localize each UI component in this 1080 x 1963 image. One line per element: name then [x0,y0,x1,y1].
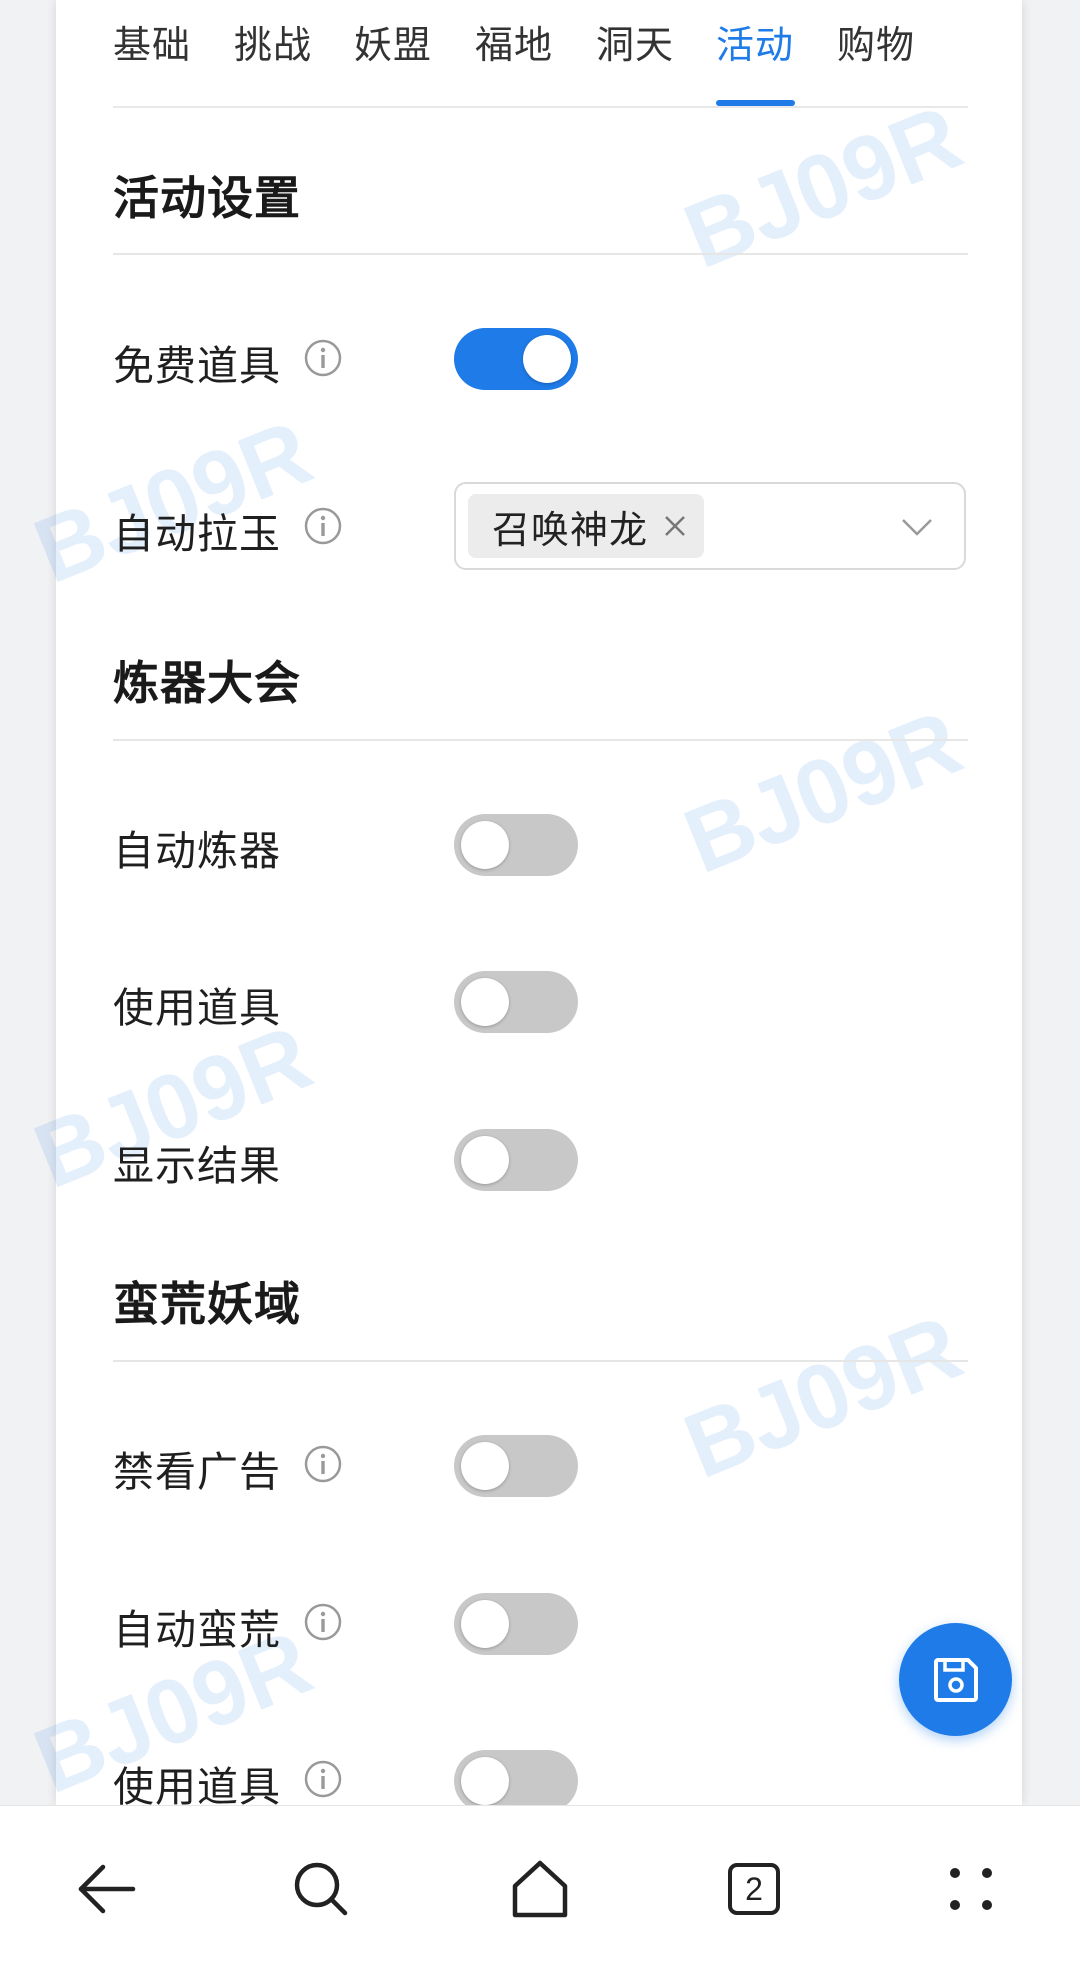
tabs-divider [113,106,968,108]
block-ads-label: 禁看广告 [113,1448,281,1496]
tabs-icon: 2 [728,1863,780,1915]
toggle-knob [461,978,509,1026]
toggle-knob [461,821,509,869]
save-button[interactable] [899,1623,1012,1736]
section-divider [113,1360,968,1362]
settings-card [56,0,1022,1805]
tab-cave[interactable]: 洞天 [596,14,674,69]
section-divider [113,739,968,741]
more-button[interactable] [936,1854,1006,1924]
auto-wild-label: 自动蛮荒 [113,1606,281,1654]
section-divider [113,253,968,255]
tab-shopping[interactable]: 购物 [837,14,915,69]
tab-challenge[interactable]: 挑战 [234,14,312,69]
tab-count: 2 [745,1870,763,1907]
tab-basic[interactable]: 基础 [113,14,191,69]
search-button[interactable] [286,1854,356,1924]
section-title-activity: 活动设置 [113,171,301,225]
info-icon[interactable] [303,1759,343,1799]
info-icon[interactable] [303,1602,343,1642]
auto-forge-toggle[interactable] [454,814,578,876]
info-icon[interactable] [303,338,343,378]
tab-activity[interactable]: 活动 [716,14,794,69]
home-button[interactable] [505,1854,575,1924]
auto-forge-label: 自动炼器 [113,827,281,875]
search-icon [294,1862,348,1916]
forge-use-items-label: 使用道具 [113,984,281,1032]
tabs-button[interactable]: 2 [719,1854,789,1924]
show-results-label: 显示结果 [113,1142,281,1190]
back-arrow-icon [78,1864,136,1914]
close-icon[interactable] [662,513,688,539]
section-title-forge: 炼器大会 [113,656,301,710]
more-icon [950,1868,992,1910]
toggle-knob [461,1136,509,1184]
tab-bar: 基础 挑战 妖盟 福地 洞天 活动 购物 [113,0,968,108]
wild-use-items-toggle[interactable] [454,1750,578,1812]
section-title-wild: 蛮荒妖域 [113,1277,301,1331]
tab-blessed-land[interactable]: 福地 [475,14,553,69]
wild-use-items-label: 使用道具 [113,1763,281,1811]
show-results-toggle[interactable] [454,1129,578,1191]
auto-wild-toggle[interactable] [454,1593,578,1655]
toggle-knob [461,1442,509,1490]
home-icon [512,1860,568,1918]
toggle-knob [461,1757,509,1805]
free-items-toggle[interactable] [454,328,578,390]
chip-label: 召唤神龙 [492,507,649,552]
auto-gacha-select[interactable]: 召唤神龙 [454,482,966,570]
auto-gacha-label: 自动拉玉 [113,510,281,558]
back-button[interactable] [72,1854,142,1924]
block-ads-toggle[interactable] [454,1435,578,1497]
selected-chip: 召唤神龙 [468,494,705,558]
bottom-nav-bar: 2 [0,1805,1080,1963]
toggle-knob [461,1600,509,1648]
info-icon[interactable] [303,506,343,546]
forge-use-items-toggle[interactable] [454,971,578,1033]
chevron-down-icon [902,519,932,536]
free-items-label: 免费道具 [113,342,281,390]
tab-alliance[interactable]: 妖盟 [354,14,432,69]
toggle-knob [523,335,571,383]
save-icon [933,1657,978,1702]
info-icon[interactable] [303,1444,343,1484]
